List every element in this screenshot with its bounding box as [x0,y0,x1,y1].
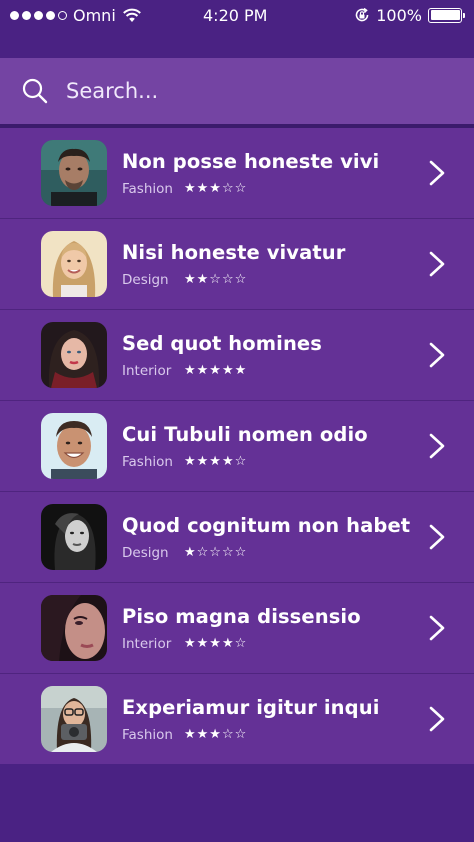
wifi-icon [122,8,141,22]
item-info: Quod cognitum non habet Design ★☆☆☆☆ [122,514,410,561]
chevron-right-icon[interactable] [428,342,446,368]
rotation-lock-icon [355,7,369,22]
search-bar[interactable] [0,58,474,124]
star-rating-icon: ★★★★★ [184,363,248,378]
star-rating-icon: ★★★★☆ [184,636,248,651]
item-category: Interior [122,635,172,652]
chevron-right-icon[interactable] [428,160,446,186]
search-input[interactable] [66,79,426,103]
signal-dot [58,10,67,20]
star-rating-icon: ★★★☆☆ [184,181,248,196]
item-info: Sed quot homines Interior ★★★★★ [122,332,322,379]
item-category: Fashion [122,453,173,470]
signal-dot [46,10,55,20]
list-item[interactable]: Non posse honeste vivi Fashion ★★★☆☆ [0,128,474,219]
woman-closeup-avatar [41,595,107,661]
item-meta: Fashion ★★★☆☆ [122,181,379,197]
item-meta: Fashion ★★★★☆ [122,454,368,470]
chevron-right-icon[interactable] [428,524,446,550]
battery-percent: 100% [376,5,422,25]
footer-area [0,764,474,842]
signal-dot [10,10,19,20]
item-meta: Fashion ★★★☆☆ [122,727,379,743]
man-smiling-avatar [41,413,107,479]
item-title: Quod cognitum non habet [122,513,411,537]
list-item[interactable]: Cui Tubuli nomen odio Fashion ★★★★☆ [0,401,474,492]
status-bar-right: 100% [354,5,465,25]
chevron-right-icon[interactable] [428,615,446,641]
star-rating-icon: ★☆☆☆☆ [184,545,248,560]
chevron-right-icon[interactable] [428,706,446,732]
item-info: Cui Tubuli nomen odio Fashion ★★★★☆ [122,423,368,470]
star-rating-icon: ★★★★☆ [184,454,248,469]
item-category: Fashion [122,726,173,743]
item-title: Experiamur igitur inqui [122,695,380,719]
signal-dot [34,10,43,20]
item-info: Nisi honeste vivatur Design ★★☆☆☆ [122,241,346,288]
star-rating-icon: ★★★☆☆ [184,727,248,742]
status-bar: Omni 4:20 PM 100% [0,0,474,30]
item-info: Piso magna dissensio Interior ★★★★☆ [122,605,361,652]
list-item[interactable]: Sed quot homines Interior ★★★★★ [0,310,474,401]
item-meta: Interior ★★★★☆ [122,636,361,652]
item-category: Fashion [122,180,173,197]
item-title: Nisi honeste vivatur [122,240,346,264]
item-meta: Design ★☆☆☆☆ [122,545,410,561]
item-list: Non posse honeste vivi Fashion ★★★☆☆ Nis… [0,128,474,764]
battery-level [430,10,460,20]
list-item[interactable]: Piso magna dissensio Interior ★★★★☆ [0,583,474,674]
status-bar-left: Omni [10,6,142,25]
item-info: Non posse honeste vivi Fashion ★★★☆☆ [122,150,379,197]
chevron-right-icon[interactable] [428,251,446,277]
woman-bw-avatar [41,504,107,570]
woman-blonde-avatar [41,231,107,297]
man-portrait-avatar [41,140,107,206]
item-title: Non posse honeste vivi [122,149,380,173]
signal-strength-icon [10,10,67,20]
item-category: Design [122,544,169,561]
battery-icon [428,7,465,23]
item-title: Piso magna dissensio [122,604,361,628]
item-meta: Design ★★☆☆☆ [122,272,346,288]
woman-camera-avatar [41,686,107,752]
woman-dark-hair-avatar [41,322,107,388]
signal-dot [22,10,31,20]
carrier-name: Omni [73,5,116,25]
list-item[interactable]: Quod cognitum non habet Design ★☆☆☆☆ [0,492,474,583]
list-item[interactable]: Experiamur igitur inqui Fashion ★★★☆☆ [0,674,474,764]
item-meta: Interior ★★★★★ [122,363,322,379]
item-category: Design [122,271,169,288]
status-time: 4:20 PM [203,5,268,25]
chevron-right-icon[interactable] [428,433,446,459]
list-item[interactable]: Nisi honeste vivatur Design ★★☆☆☆ [0,219,474,310]
item-title: Sed quot homines [122,331,322,355]
search-icon [22,78,48,104]
star-rating-icon: ★★☆☆☆ [184,272,248,287]
item-title: Cui Tubuli nomen odio [122,422,368,446]
item-category: Interior [122,362,172,379]
item-info: Experiamur igitur inqui Fashion ★★★☆☆ [122,696,379,743]
